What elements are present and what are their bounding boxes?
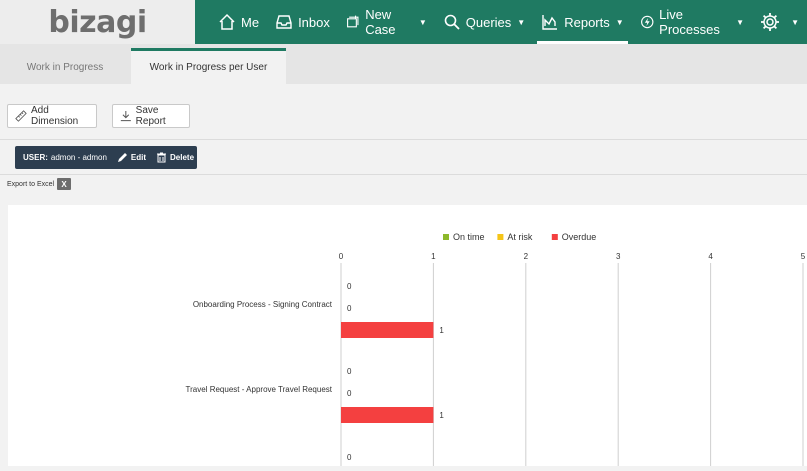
delete-label: Delete: [170, 153, 195, 162]
reports-icon: [542, 15, 558, 30]
x-tick-label: 0: [339, 252, 344, 261]
nav-item-me[interactable]: Me: [210, 0, 267, 44]
category-label: Onboarding Process - Signing Contract: [193, 300, 333, 309]
nav-item-live-processes[interactable]: Live Processes ▼: [632, 0, 752, 44]
report-tabs: Work in Progress Work in Progress per Us…: [0, 44, 807, 84]
chevron-down-icon: ▼: [615, 17, 624, 27]
search-icon: [444, 14, 460, 30]
main-nav: Me Inbox New Case ▼ Queries ▼ Reports ▼ …: [210, 0, 807, 44]
nav-label-inbox: Inbox: [298, 14, 330, 30]
nav-item-queries[interactable]: Queries ▼: [435, 0, 533, 44]
nav-label-me: Me: [241, 14, 260, 30]
legend-label: On time: [453, 232, 485, 242]
nav-label-new-case: New Case: [365, 7, 396, 37]
home-icon: [219, 13, 235, 30]
legend-swatch: [443, 234, 449, 240]
bar-chart: On time At risk Overdue 0 1 2 3 4 5 Onboarding Pr…: [186, 232, 806, 466]
data-label: 1: [439, 326, 444, 335]
legend-swatch: [497, 234, 504, 240]
nav-label-reports: Reports: [564, 14, 610, 30]
chevron-down-icon: ▼: [517, 17, 526, 27]
pencil-icon: [117, 153, 127, 162]
data-label: 0: [347, 389, 352, 398]
bizagi-logo: bizagi: [48, 4, 147, 40]
bar: [341, 322, 434, 338]
excel-icon: X: [57, 178, 72, 190]
ruler-icon: [15, 110, 27, 122]
data-label: 1: [439, 411, 444, 420]
export-to-excel-link[interactable]: Export to Excel X: [7, 178, 72, 190]
edit-filter-button[interactable]: Edit: [117, 152, 146, 163]
download-icon: [120, 110, 131, 122]
nav-item-inbox[interactable]: Inbox: [267, 0, 338, 44]
legend-swatch: [551, 234, 558, 240]
new-case-icon: [346, 15, 359, 28]
nav-label-live-processes: Live Processes: [659, 7, 720, 37]
data-label: 0: [347, 304, 352, 313]
chevron-down-icon: ▼: [418, 17, 427, 27]
divider: [0, 174, 807, 175]
chart-panel: On time At risk Overdue 0 1 2 3 4 5 Onboarding Pr…: [8, 205, 807, 466]
legend-label: At risk: [507, 232, 533, 242]
edit-label: Edit: [130, 153, 147, 162]
inbox-icon: [276, 15, 292, 29]
filter-key: USER:: [23, 153, 48, 162]
nav-item-reports[interactable]: Reports ▼: [533, 0, 631, 44]
trash-icon: [157, 152, 167, 163]
tab-work-in-progress[interactable]: Work in Progress: [0, 50, 130, 84]
data-label: 0: [347, 367, 352, 376]
add-dimension-label: Add Dimension: [30, 105, 79, 127]
save-report-label: Save Report: [135, 105, 166, 127]
export-label: Export to Excel: [7, 180, 55, 188]
gear-icon: [761, 13, 780, 31]
legend-label: Overdue: [562, 232, 597, 242]
x-tick-label: 5: [801, 252, 806, 261]
data-label: 0: [347, 453, 352, 462]
logo-area[interactable]: bizagi: [0, 0, 195, 44]
x-tick-label: 4: [708, 252, 713, 261]
x-tick-label: 2: [524, 252, 529, 261]
chevron-down-icon: ▼: [736, 17, 745, 27]
tab-work-in-progress-per-user[interactable]: Work in Progress per User: [131, 48, 286, 84]
chevron-down-icon: ▼: [791, 17, 799, 27]
report-toolbar: Add Dimension Save Report: [0, 84, 807, 144]
bar: [341, 407, 434, 423]
x-tick-label: 3: [616, 252, 621, 261]
save-report-button[interactable]: Save Report: [112, 104, 190, 128]
category-label: Travel Request - Approve Travel Request: [186, 385, 333, 394]
top-navigation-bar: bizagi Me Inbox New Case ▼ Queries ▼ Rep…: [0, 0, 807, 44]
nav-label-queries: Queries: [465, 14, 512, 30]
add-dimension-button[interactable]: Add Dimension: [7, 104, 97, 128]
live-processes-icon: [640, 15, 654, 29]
data-label: 0: [347, 282, 352, 291]
settings-menu[interactable]: ▼: [752, 0, 807, 44]
x-tick-label: 1: [431, 252, 436, 261]
user-filter-pill[interactable]: USER: admon - admon Edit Delete: [15, 146, 197, 169]
nav-item-new-case[interactable]: New Case ▼: [338, 0, 435, 44]
filter-value: admon - admon: [50, 153, 107, 162]
delete-filter-button[interactable]: Delete: [156, 152, 194, 163]
divider: [0, 139, 807, 140]
